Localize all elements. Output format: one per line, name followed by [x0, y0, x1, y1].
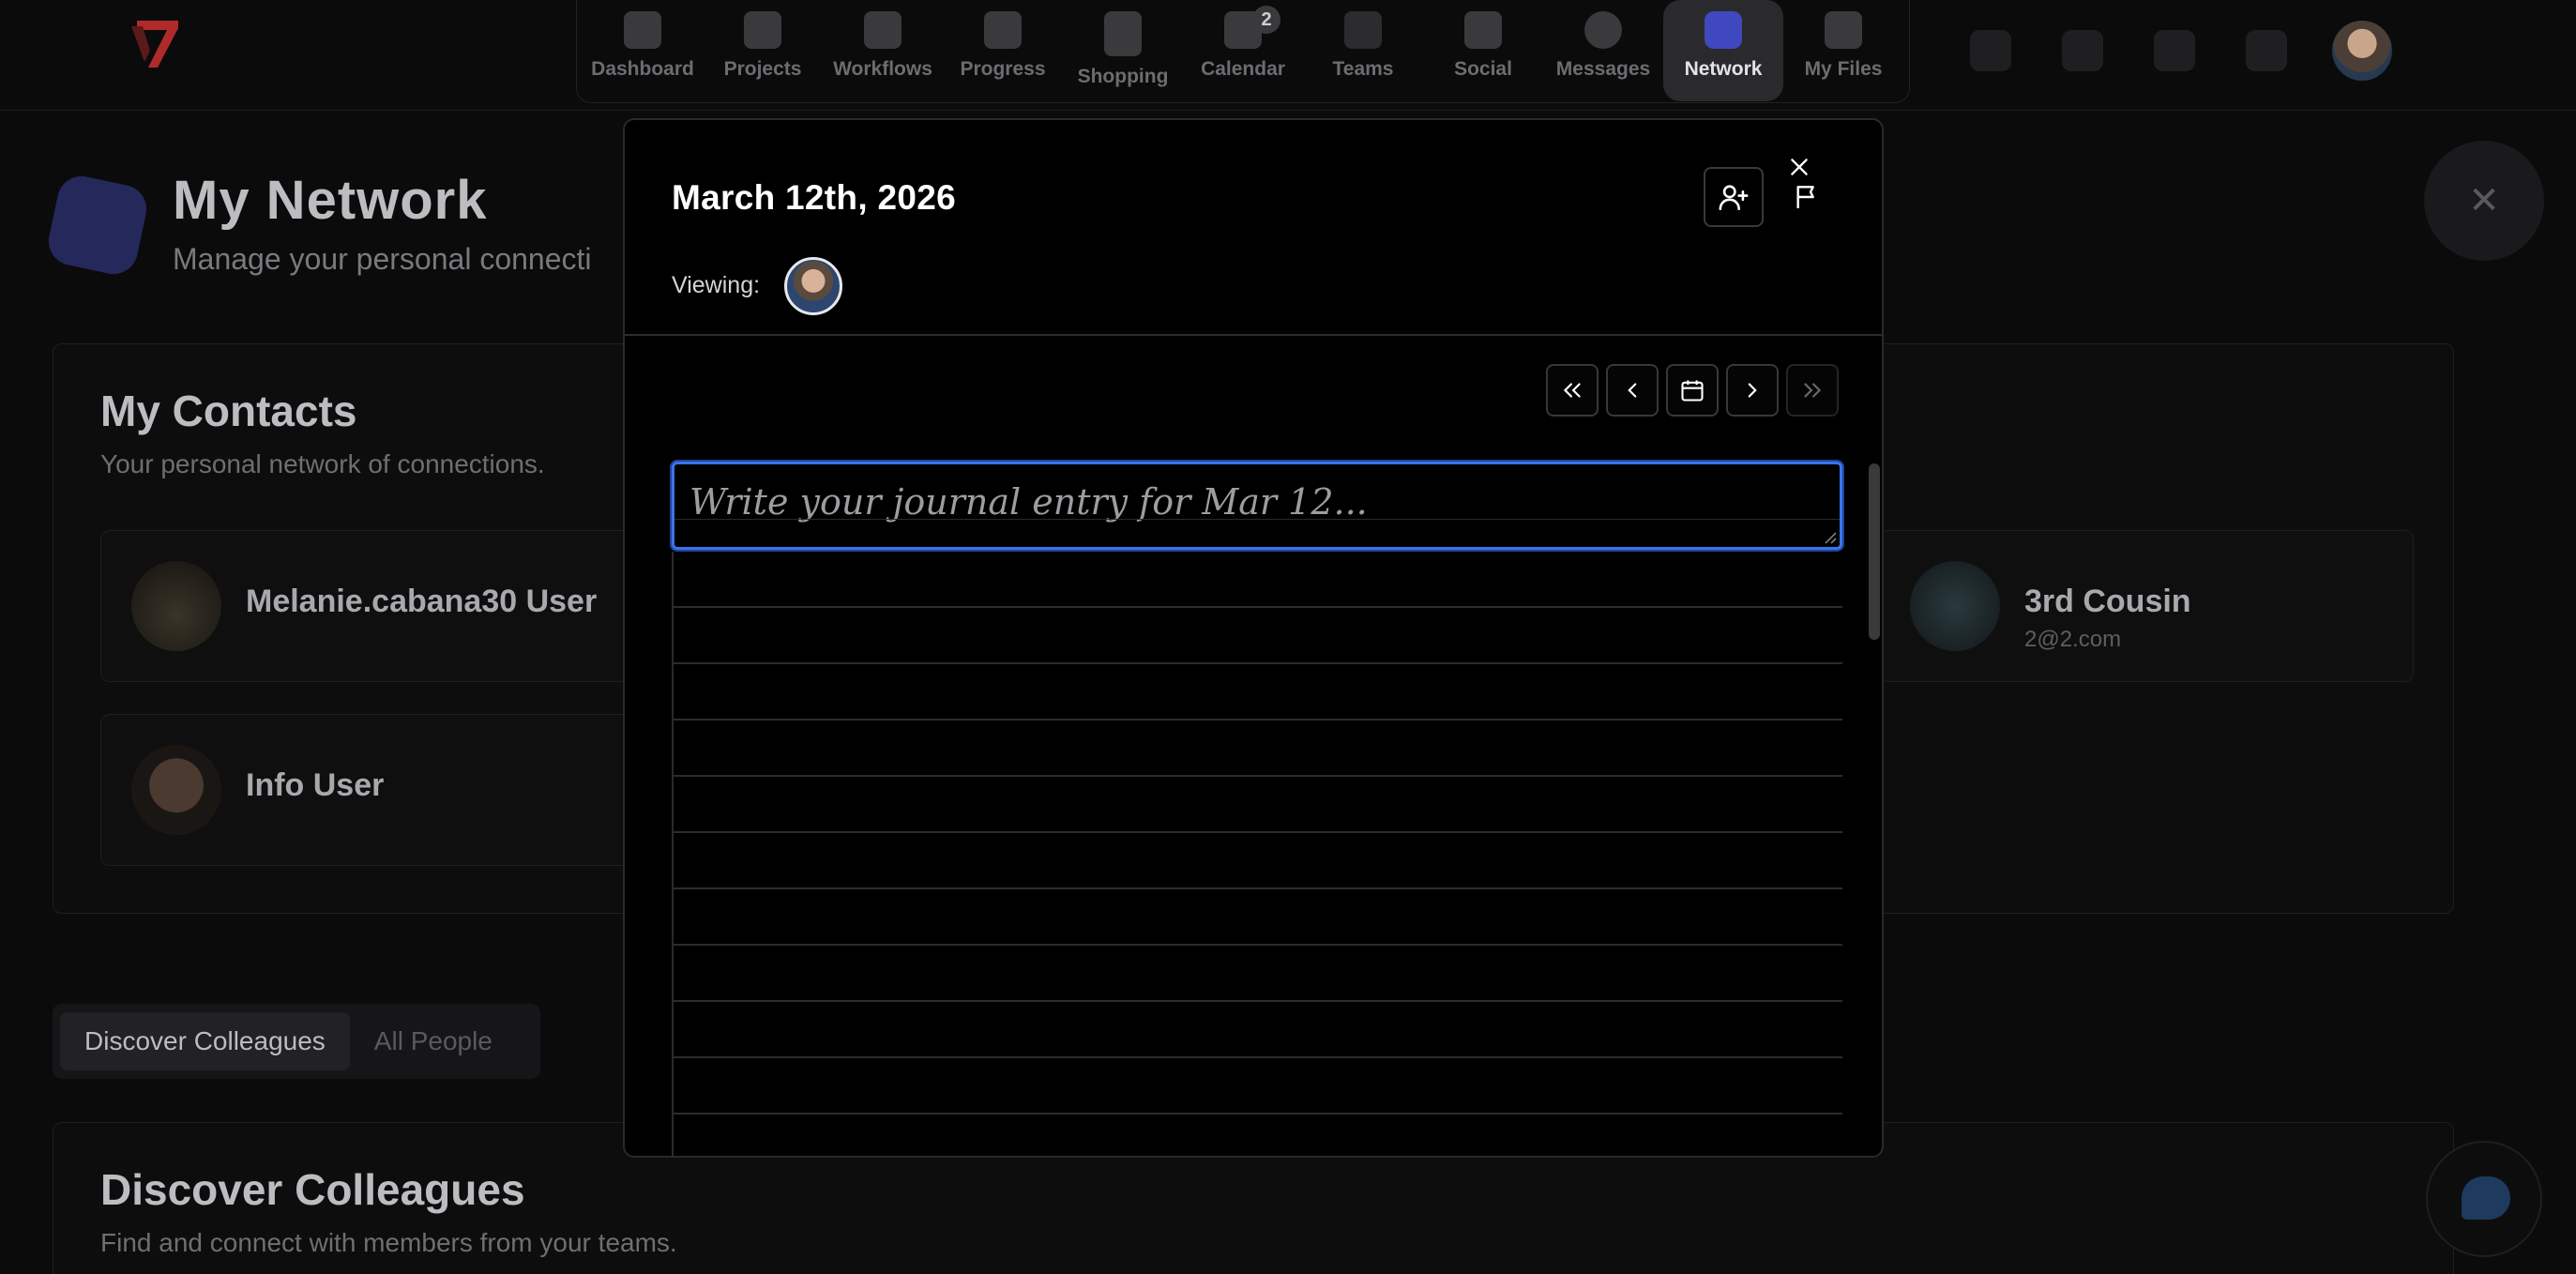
- next-day-button[interactable]: [1726, 364, 1779, 417]
- date-navigation: [1546, 364, 1839, 418]
- previous-day-button[interactable]: [1606, 364, 1659, 417]
- flag-icon: [1796, 186, 1814, 208]
- chevron-right-icon: [1748, 383, 1757, 398]
- page: Dashboard Projects Workflows Progress Sh…: [0, 0, 2576, 1274]
- calendar-icon: [1681, 380, 1704, 402]
- journal-entry-input[interactable]: Write your journal entry for Mar 12...: [672, 462, 1842, 550]
- first-entry-button[interactable]: [1546, 364, 1599, 417]
- journal-baseline: [674, 519, 1840, 520]
- add-person-button[interactable]: [1704, 167, 1764, 227]
- chevrons-left-icon: [1563, 383, 1581, 398]
- close-icon: [1791, 159, 1808, 175]
- journal-ruled-lines: [672, 552, 1842, 1156]
- modal-title: March 12th, 2026: [672, 178, 957, 217]
- modal-scrollbar[interactable]: [1869, 463, 1880, 640]
- modal-close-button[interactable]: [1780, 148, 1818, 186]
- last-entry-button[interactable]: [1786, 364, 1839, 417]
- user-plus-icon: [1719, 185, 1749, 211]
- chevron-left-icon: [1628, 383, 1637, 398]
- journal-modal: March 12th, 2026 Viewing: Write your jou…: [623, 118, 1884, 1158]
- chevrons-right-icon: [1804, 383, 1822, 398]
- resize-grip-icon[interactable]: [1822, 529, 1837, 544]
- viewing-user-avatar[interactable]: [784, 257, 842, 315]
- journal-placeholder: Write your journal entry for Mar 12...: [689, 481, 1368, 523]
- viewing-label: Viewing:: [672, 272, 761, 298]
- calendar-picker-button[interactable]: [1666, 364, 1719, 417]
- modal-header: March 12th, 2026 Viewing:: [625, 120, 1882, 336]
